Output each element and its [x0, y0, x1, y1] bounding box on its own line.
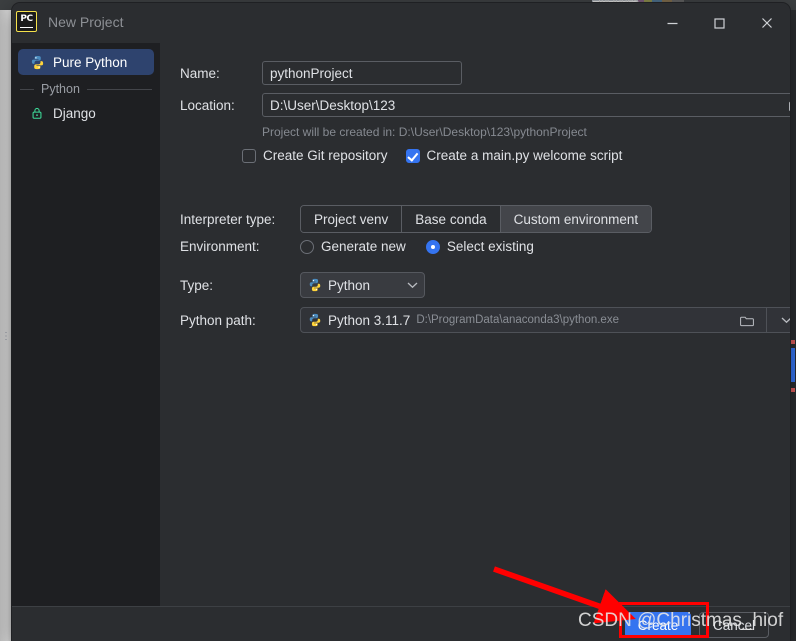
- dialog-footer: Create Cancel: [12, 606, 790, 641]
- close-icon[interactable]: [743, 3, 790, 43]
- folder-icon[interactable]: [734, 308, 760, 332]
- checkbox-box-checked: [405, 148, 420, 163]
- pycharm-logo-text: PC: [20, 15, 33, 28]
- segment-project-venv[interactable]: Project venv: [301, 206, 403, 232]
- radio-generate-new[interactable]: Generate new: [300, 239, 406, 254]
- sidebar-item-label: Django: [53, 105, 96, 121]
- cancel-button[interactable]: Cancel: [699, 612, 769, 638]
- environment-row: Environment: Generate new Select existin…: [180, 239, 534, 254]
- ide-left-gutter: [0, 10, 12, 641]
- ide-right-strip: [790, 10, 796, 641]
- type-value: Python: [328, 277, 371, 293]
- create-git-repository-checkbox[interactable]: Create Git repository: [242, 148, 388, 163]
- sidebar-group-label: Python: [41, 82, 80, 96]
- python-path-label: Python path:: [180, 312, 256, 328]
- checkbox-row: Create Git repository Create a main.py w…: [242, 148, 622, 163]
- location-value: D:\User\Desktop\123: [270, 97, 396, 113]
- ide-scrollbar-error-mark-2: [790, 388, 795, 392]
- sidebar-group-python: Python: [20, 82, 152, 96]
- radio-select-existing[interactable]: Select existing: [425, 239, 534, 254]
- interpreter-type-label: Interpreter type:: [180, 211, 276, 227]
- interpreter-type-segmented-control: Project venv Base conda Custom environme…: [300, 205, 653, 233]
- create-button[interactable]: Create: [625, 612, 691, 638]
- radio-label: Generate new: [321, 239, 406, 254]
- checkbox-label: Create a main.py welcome script: [426, 148, 623, 163]
- location-field[interactable]: D:\User\Desktop\123: [262, 93, 790, 117]
- python-icon: [28, 54, 46, 70]
- checkbox-box: [242, 148, 256, 163]
- create-main-py-checkbox[interactable]: Create a main.py welcome script: [405, 148, 623, 163]
- ide-scrollbar-thumb[interactable]: [790, 348, 795, 382]
- segment-base-conda[interactable]: Base conda: [402, 206, 501, 232]
- chevron-down-icon[interactable]: [400, 281, 424, 289]
- sidebar-item-pure-python[interactable]: Pure Python: [18, 49, 154, 75]
- radio-label: Select existing: [446, 239, 534, 254]
- new-project-form: Name: Location: D:\User\Desktop\123 Proj…: [160, 43, 790, 606]
- checkbox-label: Create Git repository: [263, 148, 388, 163]
- minimize-icon[interactable]: [649, 3, 696, 43]
- ide-gutter-glyph-icon: ⋮: [1, 331, 11, 342]
- combobox-divider: [766, 308, 767, 332]
- python-icon: [308, 278, 322, 292]
- environment-label: Environment:: [180, 239, 260, 254]
- type-row: Type: Python: [180, 272, 425, 298]
- name-row: Name:: [180, 61, 462, 85]
- chevron-down-icon[interactable]: [773, 308, 790, 332]
- maximize-icon[interactable]: [696, 3, 743, 43]
- python-icon: [308, 313, 322, 327]
- location-hint: Project will be created in: D:\User\Desk…: [262, 125, 587, 139]
- sidebar-item-label: Pure Python: [53, 54, 128, 70]
- ide-scrollbar-error-mark: [790, 340, 795, 344]
- interpreter-type-row: Interpreter type: Project venv Base cond…: [180, 205, 653, 233]
- pycharm-logo-icon: PC: [16, 11, 37, 32]
- location-row: Location: D:\User\Desktop\123: [180, 93, 790, 117]
- radio-button-selected: [425, 239, 440, 254]
- folder-icon[interactable]: [783, 94, 790, 116]
- name-label: Name:: [180, 65, 220, 81]
- python-path-row: Python path: Python 3.11.7 D:\ProgramDat…: [180, 307, 790, 333]
- django-lock-icon: [28, 105, 46, 121]
- sidebar-item-django[interactable]: Django: [18, 100, 154, 126]
- location-label: Location:: [180, 97, 235, 113]
- type-combobox[interactable]: Python: [300, 272, 425, 298]
- dialog-title: New Project: [48, 14, 124, 30]
- group-divider-right: [86, 88, 152, 90]
- python-path-value: D:\ProgramData\anaconda3\python.exe: [416, 314, 619, 326]
- new-project-dialog: PC New Project Pure Python Python Django…: [12, 3, 790, 641]
- dialog-titlebar: PC New Project: [12, 3, 790, 43]
- type-label: Type:: [180, 277, 214, 293]
- radio-button: [300, 239, 314, 254]
- name-input[interactable]: [262, 61, 462, 85]
- group-divider-left: [20, 88, 34, 90]
- window-controls: [649, 3, 790, 43]
- python-path-name: Python 3.11.7: [328, 312, 411, 328]
- python-path-combobox[interactable]: Python 3.11.7 D:\ProgramData\anaconda3\p…: [300, 307, 790, 333]
- project-type-sidebar: Pure Python Python Django: [12, 43, 160, 606]
- segment-custom-environment[interactable]: Custom environment: [500, 206, 652, 232]
